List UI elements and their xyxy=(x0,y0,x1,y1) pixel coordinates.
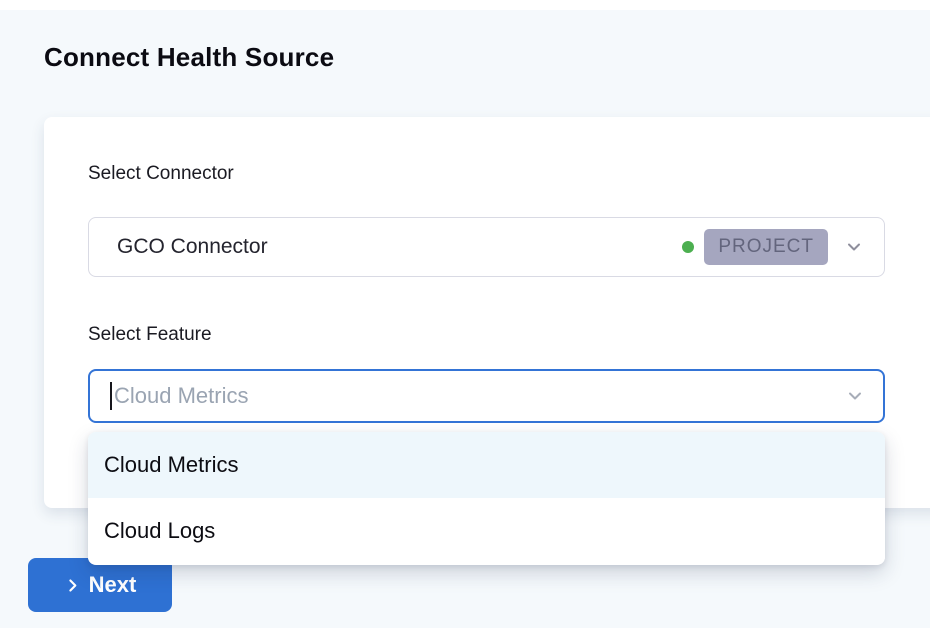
dropdown-option-cloud-logs[interactable]: Cloud Logs xyxy=(88,498,885,564)
feature-select[interactable] xyxy=(88,369,885,423)
status-dot-icon xyxy=(682,241,694,253)
next-button-label: Next xyxy=(89,572,137,598)
feature-dropdown-menu: Cloud Metrics Cloud Logs xyxy=(88,432,885,565)
connector-selected-value: GCO Connector xyxy=(117,235,268,259)
feature-input[interactable] xyxy=(112,383,839,409)
chevron-down-icon[interactable] xyxy=(844,237,864,257)
select-feature-label: Select Feature xyxy=(88,324,212,346)
select-connector-label: Select Connector xyxy=(88,163,234,185)
connector-select[interactable]: GCO Connector PROJECT xyxy=(88,217,885,277)
chevron-down-icon[interactable] xyxy=(845,386,865,406)
page-title: Connect Health Source xyxy=(44,42,334,73)
next-button[interactable]: Next xyxy=(28,558,172,612)
connector-meta: PROJECT xyxy=(682,229,864,265)
dropdown-option-cloud-metrics[interactable]: Cloud Metrics xyxy=(88,432,885,498)
top-strip xyxy=(0,0,930,10)
chevron-right-icon xyxy=(64,577,81,594)
scope-badge: PROJECT xyxy=(704,229,828,265)
